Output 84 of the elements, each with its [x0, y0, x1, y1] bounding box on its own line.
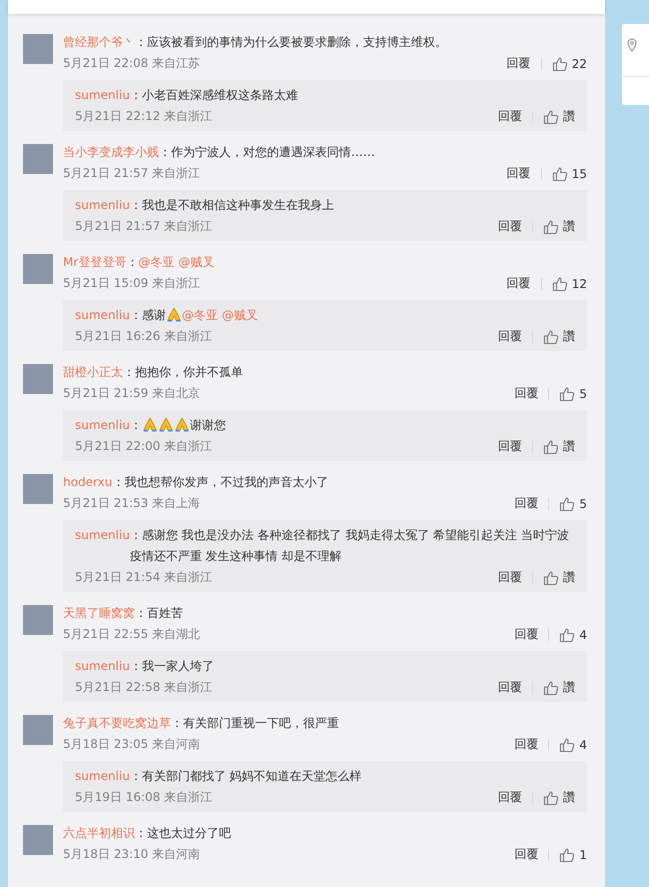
reply-link[interactable]: 回覆	[498, 218, 522, 235]
comment-text: ：百姓苦	[135, 605, 184, 622]
thumbs-up-icon	[559, 386, 576, 402]
like-button[interactable]: 讚	[543, 328, 575, 345]
comment-text: ：有关部门都找了 妈妈不知道在天堂怎么样	[130, 768, 363, 785]
thumbs-up-icon	[552, 166, 568, 182]
like-button[interactable]: 4	[559, 626, 587, 642]
comment-time: 5月18日 23:05 来自河南	[63, 736, 200, 753]
reply-link[interactable]: 回覆	[514, 736, 538, 753]
avatar-photo-placeholder[interactable]	[23, 715, 53, 745]
reply-link[interactable]: 回覆	[498, 438, 522, 455]
comment-text: ：有关部门重视一下吧，很严重	[171, 715, 340, 732]
reply-link[interactable]: 回覆	[506, 55, 531, 72]
comment-text: ：应该被看到的事情为什么要被要求删除，支持博主维权。	[135, 34, 448, 51]
avatar-photo-placeholder[interactable]	[23, 364, 53, 394]
comment-text: ：我也是不敢相信这种事发生在我身上	[130, 197, 335, 214]
like-button[interactable]: 讚	[543, 218, 575, 235]
thumbs-up-icon	[543, 790, 559, 806]
comment-text: ：抱抱你，你并不孤单	[123, 364, 244, 381]
comment-text: ：小老百姓深感维权这条路太难	[130, 87, 299, 104]
reply-link[interactable]: 回覆	[514, 495, 538, 512]
thumbs-up-icon	[552, 56, 568, 72]
like-button[interactable]: 讚	[543, 789, 575, 806]
avatar-photo-placeholder[interactable]	[23, 825, 53, 855]
avatar-photo-placeholder[interactable]	[23, 605, 53, 635]
reply-link[interactable]: 回覆	[514, 846, 538, 863]
comment-text: ：我一家人垮了	[130, 658, 215, 675]
thumbs-up-icon	[543, 328, 559, 344]
reply-link[interactable]: 回覆	[498, 328, 522, 345]
comment-text: ：作为宁波人，对您的遭遇深表同情……	[159, 144, 376, 161]
avatar-photo-placeholder[interactable]	[23, 144, 53, 174]
thumbs-up-icon	[543, 218, 559, 234]
comment-time: 5月21日 22:08 来自江苏	[63, 55, 200, 72]
comment-time: 5月21日 22:58 来自浙江	[75, 679, 212, 696]
comment-time: 5月21日 15:09 来自浙江	[63, 275, 200, 292]
comment-time: 5月21日 22:12 来自浙江	[75, 108, 212, 125]
comment-time: 5月21日 21:53 来自上海	[63, 495, 200, 512]
like-button[interactable]: 讚	[543, 438, 575, 455]
comment-time: 5月21日 16:26 来自浙江	[75, 328, 212, 345]
like-button[interactable]: 讚	[543, 569, 575, 586]
like-button[interactable]: 15	[552, 166, 587, 182]
reply-link[interactable]: 回覆	[498, 679, 522, 696]
like-button[interactable]: 讚	[543, 679, 575, 696]
comment-time: 5月21日 21:57 来自浙江	[63, 165, 200, 182]
like-button[interactable]: 5	[559, 496, 587, 512]
like-button[interactable]: 4	[559, 736, 587, 752]
comment-text: ：我也想帮你发声，不过我的声音太小了	[112, 474, 330, 491]
comment-time: 5月21日 22:55 来自湖北	[63, 626, 200, 643]
like-button[interactable]: 1	[559, 846, 587, 862]
reply-link[interactable]: 回覆	[514, 385, 538, 402]
comment-text: ： 谢谢您	[130, 415, 227, 434]
comment-time: 5月21日 21:54 来自浙江	[75, 569, 212, 586]
comment-text: ：感谢您 我也是没办法 各种途径都找了 我妈走得太冤了 希望能引起关注 当时宁波疫情还不严重 发生这种事情 却是不理解	[130, 527, 570, 565]
comment-time: 5月21日 22:00 来自浙江	[75, 438, 212, 455]
comment-text: ：@冬亚 @贼叉	[126, 254, 216, 271]
like-button[interactable]: 讚	[543, 108, 575, 125]
comment-text: ：感谢 @冬亚 @贼叉	[130, 305, 259, 324]
comment-time: 5月19日 16:08 来自浙江	[75, 789, 212, 806]
thumbs-up-icon	[559, 736, 576, 752]
avatar-photo-placeholder[interactable]	[23, 254, 53, 284]
thumbs-up-icon	[559, 846, 576, 862]
avatar-photo-placeholder[interactable]	[23, 474, 53, 504]
like-button[interactable]: 5	[559, 386, 587, 402]
thumbs-up-icon	[552, 276, 568, 292]
thumbs-up-icon	[543, 108, 559, 124]
comment-text: ：这也太过分了吧	[135, 825, 232, 842]
thumbs-up-icon	[543, 438, 559, 454]
reply-link[interactable]: 回覆	[506, 165, 531, 182]
comment-time: 5月18日 23:10 来自河南	[63, 846, 200, 863]
thumbs-up-icon	[543, 680, 559, 696]
comment-time: 5月21日 21:59 来自北京	[63, 385, 200, 402]
reply-link[interactable]: 回覆	[498, 108, 522, 125]
reply-link[interactable]: 回覆	[506, 275, 531, 292]
comment-time: 5月21日 21:57 来自浙江	[75, 218, 212, 235]
reply-link[interactable]: 回覆	[498, 569, 522, 586]
reply-link[interactable]: 回覆	[514, 626, 538, 643]
like-button[interactable]: 22	[552, 56, 587, 72]
avatar-photo-placeholder[interactable]	[23, 34, 53, 64]
location-pin-icon	[627, 38, 637, 52]
thumbs-up-icon	[559, 496, 576, 512]
thumbs-up-icon	[559, 626, 576, 642]
like-button[interactable]: 12	[552, 276, 587, 292]
thumbs-up-icon	[543, 570, 559, 586]
reply-link[interactable]: 回覆	[498, 789, 522, 806]
